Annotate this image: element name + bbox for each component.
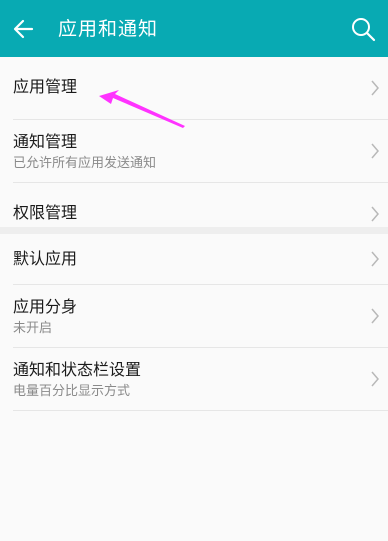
row-label: 通知管理 <box>13 132 78 151</box>
row-label: 默认应用 <box>13 249 78 268</box>
page-title: 应用和通知 <box>58 18 159 40</box>
search-icon[interactable] <box>349 15 377 43</box>
row-subtitle: 已允许所有应用发送通知 <box>13 156 157 171</box>
app-management-row[interactable]: 应用管理 <box>13 57 388 120</box>
notification-status-bar-row[interactable]: 通知和状态栏设置 电量百分比显示方式 <box>13 348 388 411</box>
pointer-arrow-icon <box>99 90 185 128</box>
chevron-right-icon <box>371 206 379 222</box>
default-apps-row[interactable]: 默认应用 <box>13 234 388 285</box>
app-twin-row[interactable]: 应用分身 未开启 <box>13 285 388 348</box>
row-label: 通知和状态栏设置 <box>13 360 142 379</box>
row-subtitle: 未开启 <box>13 321 53 336</box>
back-arrow-icon[interactable] <box>10 15 38 43</box>
row-label: 权限管理 <box>13 203 78 222</box>
chevron-right-icon <box>371 251 379 267</box>
chevron-right-icon <box>371 80 379 96</box>
row-subtitle: 电量百分比显示方式 <box>13 384 131 399</box>
section-divider <box>0 227 388 234</box>
app-bar: 应用和通知 <box>0 0 388 57</box>
settings-group-2: 默认应用 应用分身 未开启 通知和状态栏设置 电量百分比显示方式 <box>0 234 388 411</box>
settings-group-1: 应用管理 通知管理 已允许所有应用发送通知 权限管理 <box>0 57 388 245</box>
chevron-right-icon <box>371 143 379 159</box>
notification-management-row[interactable]: 通知管理 已允许所有应用发送通知 <box>13 120 388 183</box>
row-label: 应用管理 <box>13 77 78 96</box>
chevron-right-icon <box>371 371 379 387</box>
chevron-right-icon <box>371 308 379 324</box>
row-label: 应用分身 <box>13 297 78 316</box>
